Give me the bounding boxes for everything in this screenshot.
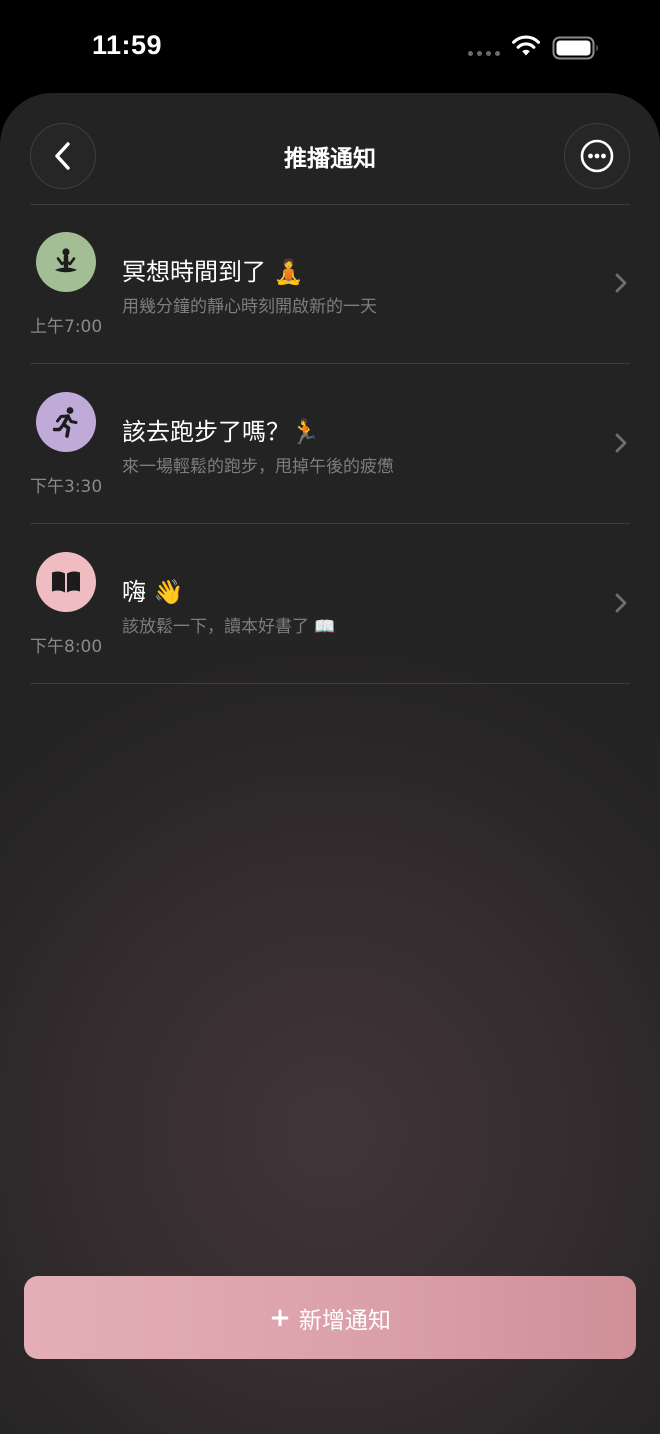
- wifi-icon: [512, 35, 540, 56]
- plus-icon: +: [269, 1302, 291, 1333]
- more-icon: [580, 139, 614, 173]
- add-notification-label: 新增通知: [298, 1307, 391, 1334]
- meditation-icon: [36, 232, 96, 292]
- page-title: 推播通知: [284, 146, 376, 172]
- notifications-sheet: 推播通知 上午7:00 冥想時間到了 🧘 用幾分鐘的靜心時刻開啟新的一天 下午3…: [0, 93, 660, 1434]
- chevron-right-icon: [615, 593, 627, 613]
- cellular-signal-icon: [468, 51, 500, 56]
- notification-title: 冥想時間到了 🧘: [122, 258, 304, 286]
- notification-title: 該去跑步了嗎？🏃: [122, 418, 320, 446]
- chevron-right-icon: [615, 273, 627, 293]
- status-time: 11:59: [92, 30, 163, 60]
- notification-subtitle: 用幾分鐘的靜心時刻開啟新的一天: [122, 297, 377, 317]
- more-options-button[interactable]: [564, 123, 630, 189]
- notification-row[interactable]: 下午3:30 該去跑步了嗎？🏃 來一場輕鬆的跑步，甩掉午後的疲憊: [30, 364, 630, 524]
- running-icon: [36, 392, 96, 452]
- add-notification-button[interactable]: + 新增通知: [24, 1276, 636, 1359]
- notification-time: 下午8:00: [30, 637, 103, 657]
- notification-title: 嗨 👋: [122, 578, 184, 606]
- notification-subtitle: 來一場輕鬆的跑步，甩掉午後的疲憊: [122, 457, 394, 477]
- battery-icon: [552, 36, 598, 60]
- status-bar: 11:59: [0, 0, 660, 96]
- book-icon: [36, 552, 96, 612]
- notification-time: 下午3:30: [30, 477, 103, 497]
- chevron-right-icon: [615, 433, 627, 453]
- row-divider: [30, 683, 630, 684]
- notification-time: 上午7:00: [30, 317, 103, 337]
- notification-row[interactable]: 下午8:00 嗨 👋 該放鬆一下，讀本好書了 📖: [30, 524, 630, 684]
- notification-row[interactable]: 上午7:00 冥想時間到了 🧘 用幾分鐘的靜心時刻開啟新的一天: [30, 204, 630, 364]
- notification-subtitle: 該放鬆一下，讀本好書了 📖: [122, 617, 336, 637]
